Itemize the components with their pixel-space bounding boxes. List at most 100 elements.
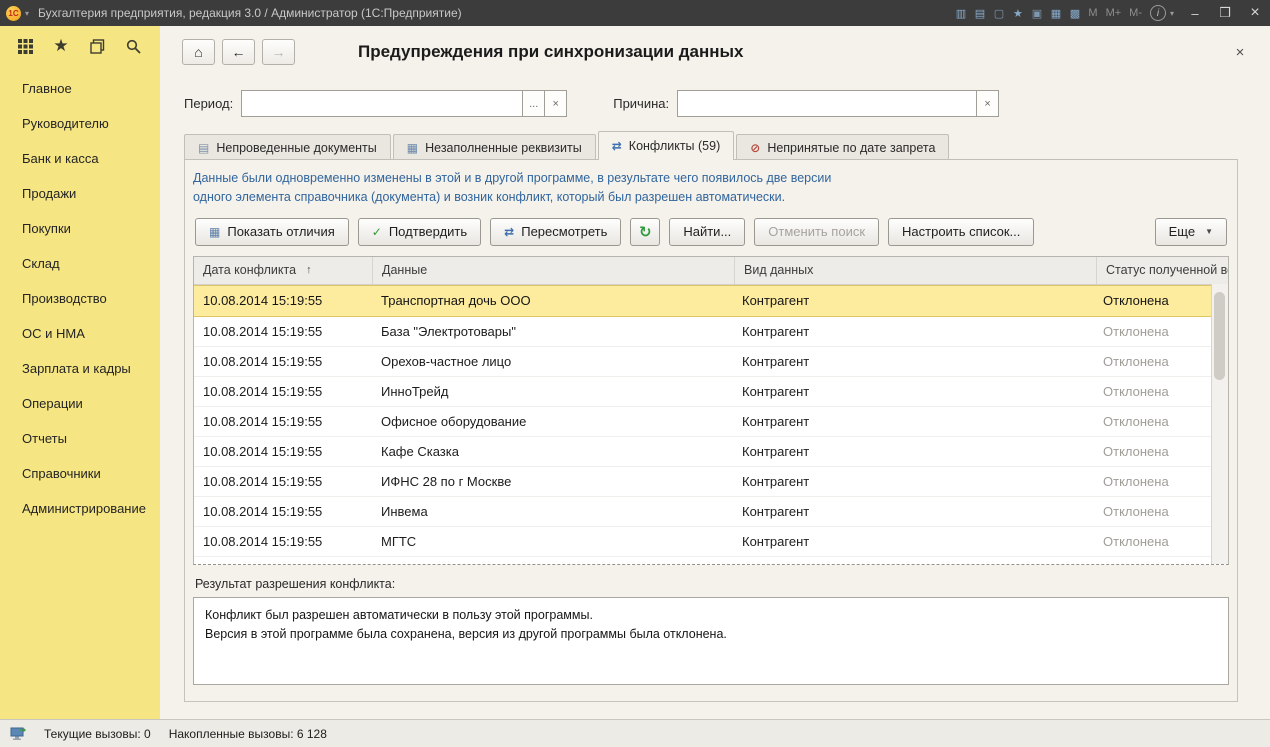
cell-status: Отклонена xyxy=(1094,534,1228,549)
sidebar-item[interactable]: Администрирование xyxy=(0,491,160,526)
main-content: ⌂ ← → Предупреждения при синхронизации д… xyxy=(160,26,1270,719)
cell-conflict-date: 10.08.2014 15:19:55 xyxy=(194,354,372,369)
history-pages-icon[interactable] xyxy=(88,37,106,55)
print-icon[interactable]: ▤ xyxy=(970,5,989,21)
sidebar-item[interactable]: Покупки xyxy=(0,211,160,246)
calculator-icon[interactable]: ▩ xyxy=(1065,5,1084,21)
sidebar-item[interactable]: Производство xyxy=(0,281,160,316)
favorites-star-icon[interactable]: ★ xyxy=(52,37,70,55)
more-button[interactable]: Еще ▼ xyxy=(1155,218,1227,246)
period-label: Период: xyxy=(184,96,233,111)
system-menu-caret-icon[interactable]: ▾ xyxy=(25,9,29,18)
tab-bar: ▤ Непроведенные документы ▦ Незаполненны… xyxy=(160,133,1270,160)
reason-clear-button[interactable]: × xyxy=(977,90,999,117)
menu-grid-icon[interactable] xyxy=(16,37,34,55)
column-header-date[interactable]: Дата конфликта ↑ xyxy=(194,257,373,284)
check-icon: ✓ xyxy=(372,225,382,239)
sidebar-item[interactable]: Банк и касса xyxy=(0,141,160,176)
table-row[interactable]: 10.08.2014 15:19:55 Орехов-частное лицо … xyxy=(194,347,1228,377)
table-row[interactable]: 10.08.2014 15:19:55 База "Электротовары"… xyxy=(194,317,1228,347)
form-header: ⌂ ← → Предупреждения при синхронизации д… xyxy=(160,26,1270,72)
sidebar-item[interactable]: Руководителю xyxy=(0,106,160,141)
sidebar-item[interactable]: Операции xyxy=(0,386,160,421)
home-icon: ⌂ xyxy=(194,44,202,60)
tab[interactable]: ▤ Непроведенные документы xyxy=(184,134,391,160)
minimize-button[interactable]: – xyxy=(1180,0,1210,26)
link-icon[interactable]: ▣ xyxy=(1027,5,1046,21)
service-menu-caret-icon[interactable]: ▾ xyxy=(1170,9,1174,18)
back-button[interactable]: ← xyxy=(222,39,255,65)
maximize-button[interactable]: ❒ xyxy=(1210,0,1240,26)
sidebar-toolbar: ★ xyxy=(0,26,160,61)
cancel-search-button[interactable]: Отменить поиск xyxy=(754,218,879,246)
preview-icon[interactable]: ▢ xyxy=(989,5,1008,21)
sidebar-item[interactable]: Склад xyxy=(0,246,160,281)
period-choose-button[interactable]: ... xyxy=(523,90,545,117)
confirm-button[interactable]: ✓ Подтвердить xyxy=(358,218,481,246)
cell-status: Отклонена xyxy=(1094,444,1228,459)
sidebar-item[interactable]: Отчеты xyxy=(0,421,160,456)
tab-label: Конфликты (59) xyxy=(629,139,720,153)
cell-conflict-date: 10.08.2014 15:19:55 xyxy=(194,293,372,308)
scrollbar-thumb[interactable] xyxy=(1214,292,1225,380)
cell-data: МГТС xyxy=(372,534,733,549)
memory-m-minus-button[interactable]: M- xyxy=(1125,7,1146,19)
period-field-group: ... × xyxy=(241,90,567,117)
find-button[interactable]: Найти... xyxy=(669,218,745,246)
table-row[interactable]: 10.08.2014 15:19:55 Кафе Сказка Контраге… xyxy=(194,437,1228,467)
close-window-button[interactable]: × xyxy=(1240,0,1270,26)
sidebar-item[interactable]: Главное xyxy=(0,71,160,106)
cell-kind: Контрагент xyxy=(733,324,1094,339)
calls-monitor-icon[interactable] xyxy=(10,727,26,741)
table-row[interactable]: 10.08.2014 15:19:55 Контрагент Отклонена xyxy=(194,557,1228,565)
save-icon[interactable]: ▥ xyxy=(951,5,970,21)
sidebar-item[interactable]: ОС и НМА xyxy=(0,316,160,351)
table-row[interactable]: 10.08.2014 15:19:55 Транспортная дочь ОО… xyxy=(194,285,1228,317)
sidebar-item[interactable]: Справочники xyxy=(0,456,160,491)
vertical-scrollbar[interactable] xyxy=(1211,284,1228,564)
period-clear-button[interactable]: × xyxy=(545,90,567,117)
reason-label: Причина: xyxy=(613,96,669,111)
review-button[interactable]: ⇄ Пересмотреть xyxy=(490,218,621,246)
1c-logo-icon[interactable]: 1С xyxy=(6,6,21,21)
home-button[interactable]: ⌂ xyxy=(182,39,215,65)
column-header-data[interactable]: Данные xyxy=(373,257,735,284)
cell-kind: Контрагент xyxy=(733,534,1094,549)
tab[interactable]: ⊘ Непринятые по дате запрета xyxy=(736,134,949,160)
table-row[interactable]: 10.08.2014 15:19:55 Офисное оборудование… xyxy=(194,407,1228,437)
cell-data: ИФНС 28 по г Москве xyxy=(372,474,733,489)
period-input[interactable] xyxy=(241,90,523,117)
reason-input[interactable] xyxy=(677,90,977,117)
tab[interactable]: ⇄ Конфликты (59) xyxy=(598,131,735,160)
table-row[interactable]: 10.08.2014 15:19:55 ИФНС 28 по г Москве … xyxy=(194,467,1228,497)
column-header-kind[interactable]: Вид данных xyxy=(735,257,1097,284)
forward-button[interactable]: → xyxy=(262,39,295,65)
conflicts-panel: Данные были одновременно изменены в этой… xyxy=(184,159,1238,702)
table-row[interactable]: 10.08.2014 15:19:55 ИнноТрейд Контрагент… xyxy=(194,377,1228,407)
show-differences-button[interactable]: ▦ Показать отличия xyxy=(195,218,349,246)
calendar-icon[interactable]: ▦ xyxy=(1046,5,1065,21)
configure-list-button[interactable]: Настроить список... xyxy=(888,218,1034,246)
cell-conflict-date: 10.08.2014 15:19:55 xyxy=(194,384,372,399)
column-header-status[interactable]: Статус полученной ве... xyxy=(1097,257,1228,284)
cell-kind: Контрагент xyxy=(733,504,1094,519)
add-favorites-icon[interactable]: ★ xyxy=(1008,5,1027,21)
titlebar-tools: ▥ ▤ ▢ ★ ▣ ▦ ▩ M M+ M- i ▾ – ❒ × xyxy=(951,0,1270,26)
refresh-button[interactable]: ↻ xyxy=(630,218,660,246)
memory-m-button[interactable]: M xyxy=(1084,7,1101,19)
sidebar-item[interactable]: Продажи xyxy=(0,176,160,211)
sidebar-item[interactable]: Зарплата и кадры xyxy=(0,351,160,386)
tab[interactable]: ▦ Незаполненные реквизиты xyxy=(393,134,596,160)
memory-m-plus-button[interactable]: M+ xyxy=(1102,7,1126,19)
differences-icon: ▦ xyxy=(209,225,220,239)
info-icon[interactable]: i xyxy=(1150,5,1166,21)
search-icon[interactable] xyxy=(124,37,142,55)
titlebar: 1С ▾ Бухгалтерия предприятия, редакция 3… xyxy=(0,0,1270,26)
cell-kind: Контрагент xyxy=(733,293,1094,308)
sidebar-menu: ГлавноеРуководителюБанк и кассаПродажиПо… xyxy=(0,61,160,526)
cell-status: Отклонена xyxy=(1094,474,1228,489)
accumulated-calls-text: Накопленные вызовы: 6 128 xyxy=(169,727,327,741)
table-row[interactable]: 10.08.2014 15:19:55 Инвема Контрагент От… xyxy=(194,497,1228,527)
table-row[interactable]: 10.08.2014 15:19:55 МГТС Контрагент Откл… xyxy=(194,527,1228,557)
close-form-button[interactable]: × xyxy=(1228,40,1252,64)
